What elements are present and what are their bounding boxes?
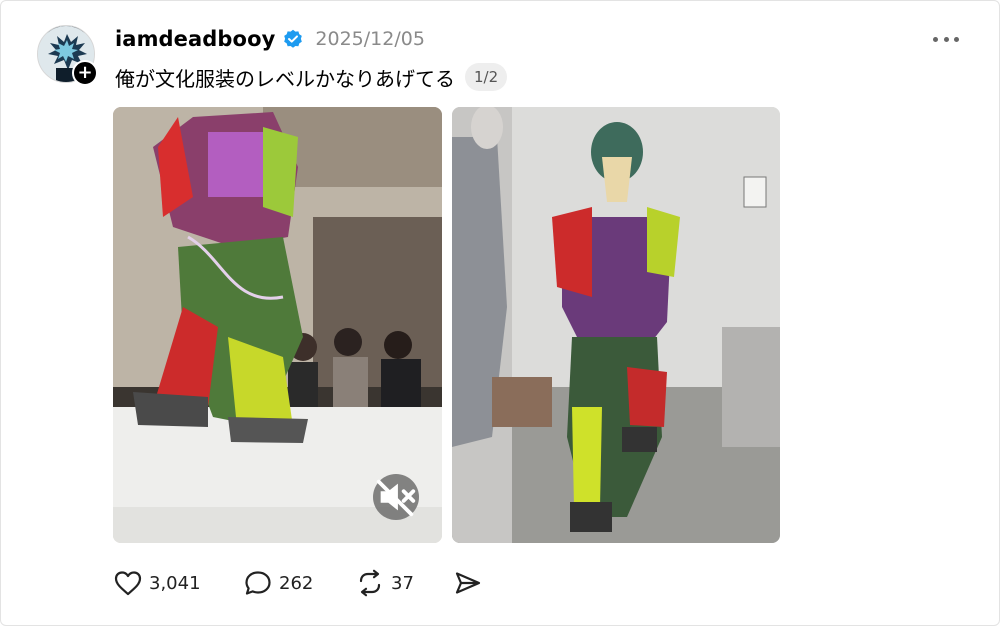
post-caption: 俺が文化服装のレベルかなりあげてる (115, 66, 455, 91)
reply-count: 262 (279, 572, 314, 594)
heart-icon (114, 571, 142, 596)
repost-icon (359, 569, 381, 597)
like-count: 3,041 (149, 572, 201, 594)
mute-icon (376, 479, 416, 517)
repost-button[interactable]: 37 (355, 569, 453, 597)
thread-page-indicator: 1/2 (465, 63, 508, 91)
more-icon[interactable] (929, 27, 963, 51)
like-button[interactable]: 3,041 (113, 569, 243, 597)
post-body: 俺が文化服装のレベルかなりあげてる 1/2 (115, 61, 508, 93)
follow-plus-icon[interactable]: + (72, 60, 98, 86)
reply-button[interactable]: 262 (243, 569, 355, 597)
action-bar: 3,041 262 37 (113, 567, 483, 599)
post-card: + iamdeadbooy 2025/12/05 俺が文化服装のレベルかなりあげ… (0, 0, 1000, 626)
share-icon (455, 572, 481, 594)
verified-icon (283, 29, 303, 49)
media-video-runway[interactable] (113, 107, 442, 543)
share-button[interactable] (453, 569, 483, 597)
media-image-backstage[interactable] (452, 107, 780, 543)
repost-count: 37 (391, 572, 414, 594)
username[interactable]: iamdeadbooy (115, 27, 275, 51)
post-timestamp[interactable]: 2025/12/05 (315, 28, 425, 50)
backstage-photo (452, 107, 780, 543)
mute-button[interactable] (373, 474, 419, 520)
post-header: iamdeadbooy 2025/12/05 (115, 23, 425, 55)
reply-icon (245, 571, 271, 595)
